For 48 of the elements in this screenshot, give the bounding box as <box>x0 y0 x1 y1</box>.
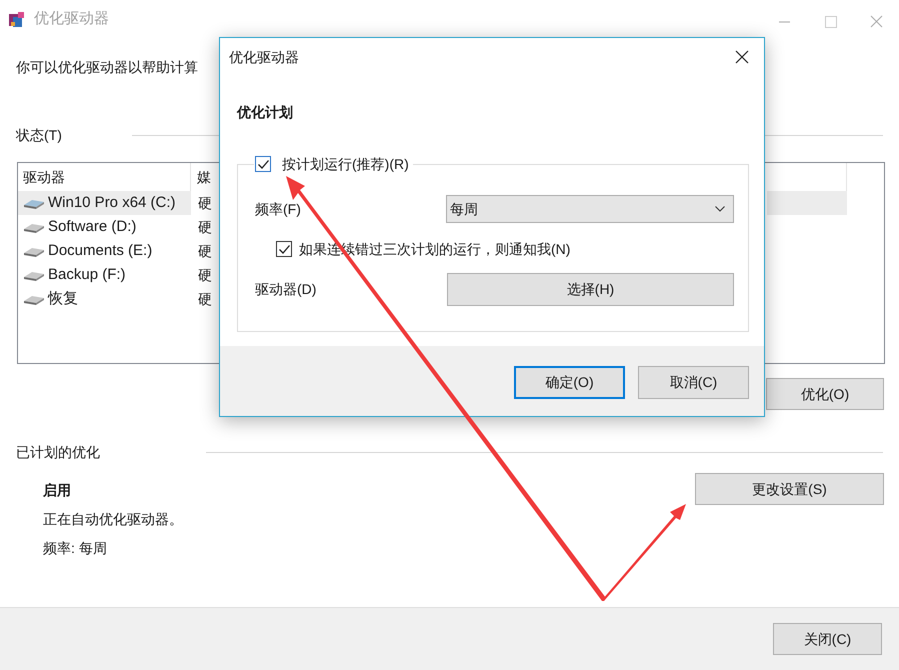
column-header[interactable]: 媒 <box>191 166 211 188</box>
drive-icon <box>23 197 45 209</box>
app-icon <box>8 10 26 28</box>
drive-name: Win10 Pro x64 (C:) <box>48 192 176 213</box>
chevron-down-icon <box>715 206 725 212</box>
close-icon[interactable] <box>735 50 749 64</box>
drive-name: Backup (F:) <box>48 264 126 285</box>
drive-row[interactable]: 恢复 <box>18 287 191 311</box>
schedule-description: 正在自动优化驱动器。 <box>43 510 183 529</box>
cancel-button[interactable]: 取消(C) <box>638 366 749 399</box>
table-cell-text: 硬 <box>197 194 212 212</box>
close-button[interactable]: 关闭(C) <box>773 623 882 655</box>
window-title: 优化驱动器 <box>34 8 109 29</box>
drive-row[interactable]: Documents (E:) <box>18 239 191 263</box>
ok-button[interactable]: 确定(O) <box>514 366 625 399</box>
dialog-heading: 优化计划 <box>237 103 293 121</box>
checkmark-icon <box>258 160 268 168</box>
table-cell-text: 硬 <box>197 242 212 260</box>
checkbox-label[interactable]: 按计划运行(推荐)(R) <box>282 154 409 174</box>
drive-icon <box>23 293 45 305</box>
drive-row[interactable]: Software (D:) <box>18 215 191 239</box>
field-label: 频率(F) <box>254 200 302 219</box>
schedule-frequency: 频率: 每周 <box>43 539 107 558</box>
drive-row[interactable]: Win10 Pro x64 (C:) <box>18 191 191 215</box>
drive-name: 恢复 <box>48 288 78 309</box>
description-text: 你可以优化驱动器以帮助计算 <box>16 58 198 77</box>
drive-icon <box>23 269 45 281</box>
dialog-title: 优化驱动器 <box>229 48 299 66</box>
section-label: 已计划的优化 <box>16 442 100 462</box>
checkbox[interactable] <box>255 156 271 172</box>
dropdown-value: 每周 <box>450 200 478 218</box>
table-cell-text: 硬 <box>197 266 212 284</box>
drive-icon <box>23 245 45 257</box>
table-cell-text: 硬 <box>197 218 212 236</box>
checkmark-icon <box>278 244 290 254</box>
schedule-status: 启用 <box>43 481 71 500</box>
field-label: 驱动器(D) <box>254 280 318 299</box>
checkbox[interactable] <box>276 241 292 257</box>
section-label: 状态(T) <box>16 126 62 145</box>
optimize-button[interactable]: 优化(O) <box>766 378 884 410</box>
drive-icon <box>23 221 45 233</box>
drive-name: Software (D:) <box>48 216 136 237</box>
frequency-dropdown[interactable]: 每周 <box>446 195 734 223</box>
table-cell-text: 硬 <box>197 290 212 308</box>
drive-name: Documents (E:) <box>48 240 152 261</box>
change-settings-button[interactable]: 更改设置(S) <box>695 473 884 505</box>
select-button[interactable]: 选择(H) <box>447 273 734 306</box>
drive-row[interactable]: Backup (F:) <box>18 263 191 287</box>
